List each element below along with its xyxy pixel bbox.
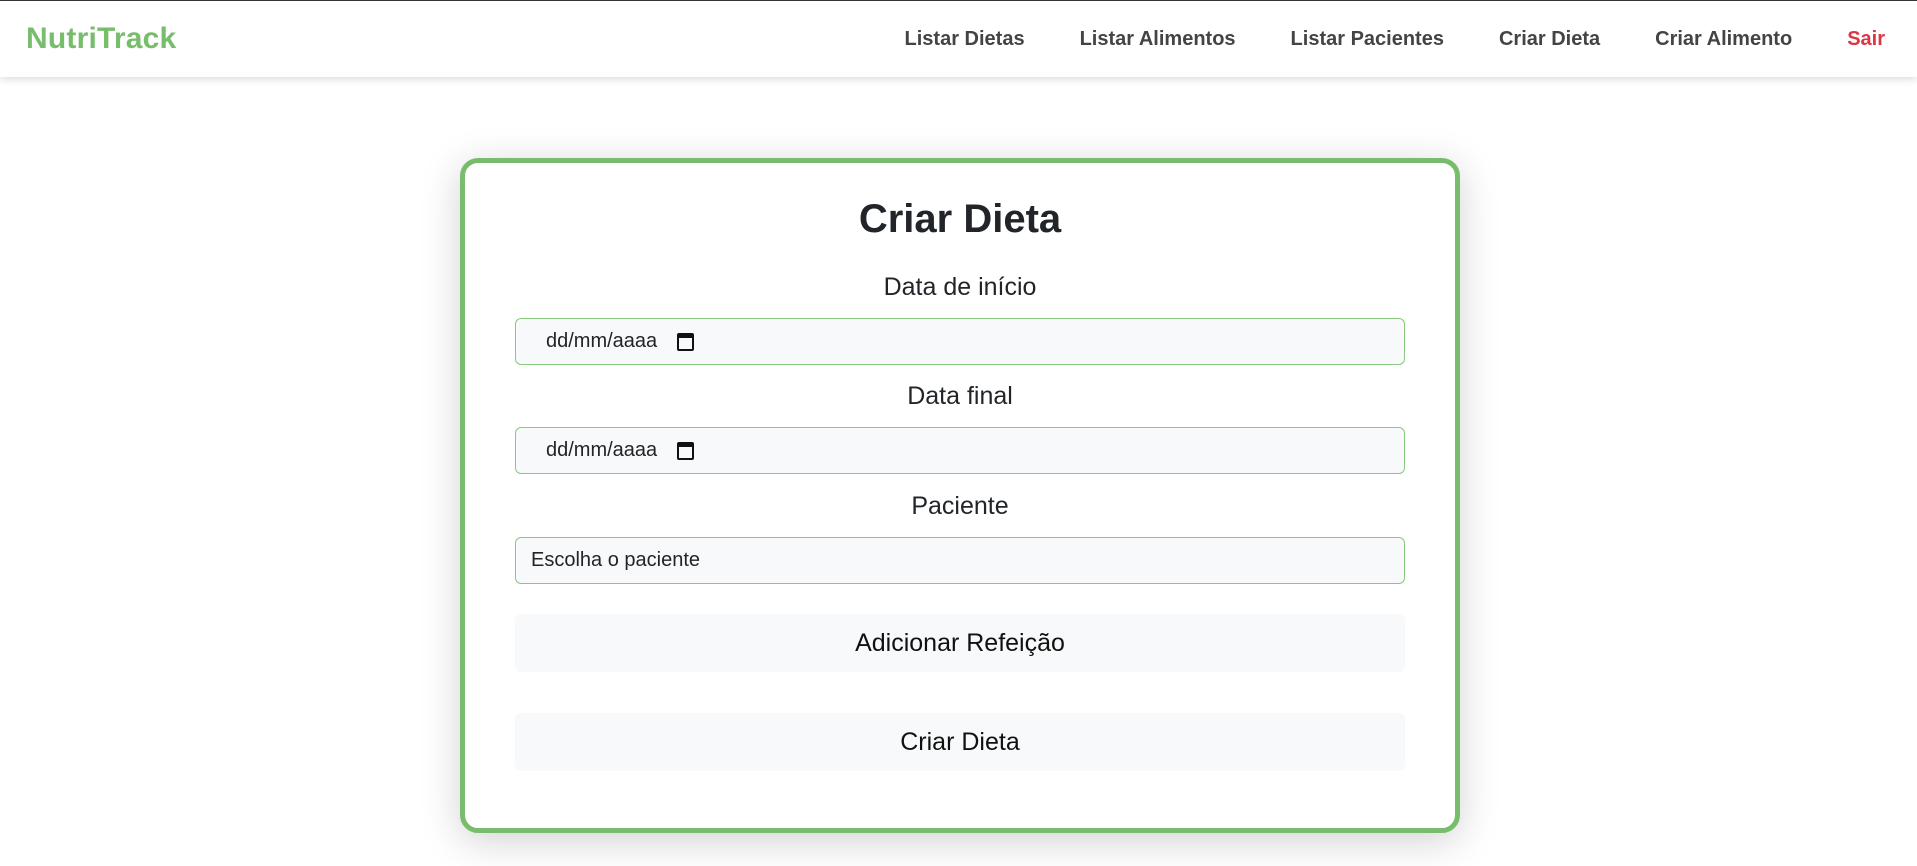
nav-listar-pacientes[interactable]: Listar Pacientes (1291, 28, 1444, 51)
start-date-value: dd/mm/aaaa (546, 330, 658, 352)
form-title: Criar Dieta (858, 197, 1062, 241)
add-meal-button[interactable]: Adicionar Refeição (515, 614, 1405, 672)
start-date-input[interactable]: dd/mm/aaaa (515, 318, 1405, 365)
brand-logo[interactable]: NutriTrack (26, 22, 176, 56)
patient-select-value: Escolha o paciente (531, 549, 701, 571)
nav-listar-dietas[interactable]: Listar Dietas (905, 28, 1025, 51)
nav-criar-dieta[interactable]: Criar Dieta (1499, 28, 1600, 51)
nav-links: Listar Dietas Listar Alimentos Listar Pa… (850, 28, 1885, 51)
start-date-label: Data de início (883, 273, 1037, 301)
end-date-input[interactable]: dd/mm/aaaa (515, 427, 1405, 474)
create-diet-card: Criar Dieta Data de início dd/mm/aaaa Da… (460, 158, 1460, 833)
calendar-icon[interactable] (677, 441, 695, 460)
end-date-label: Data final (907, 382, 1013, 410)
calendar-icon[interactable] (677, 332, 695, 351)
nav-criar-alimento[interactable]: Criar Alimento (1655, 28, 1792, 51)
navbar: NutriTrack Listar Dietas Listar Alimento… (0, 0, 1917, 77)
create-diet-button[interactable]: Criar Dieta (515, 713, 1405, 771)
patient-label: Paciente (911, 492, 1009, 520)
end-date-value: dd/mm/aaaa (546, 439, 658, 461)
nav-logout[interactable]: Sair (1847, 28, 1885, 51)
patient-select[interactable]: Escolha o paciente (515, 537, 1405, 584)
nav-listar-alimentos[interactable]: Listar Alimentos (1080, 28, 1236, 51)
